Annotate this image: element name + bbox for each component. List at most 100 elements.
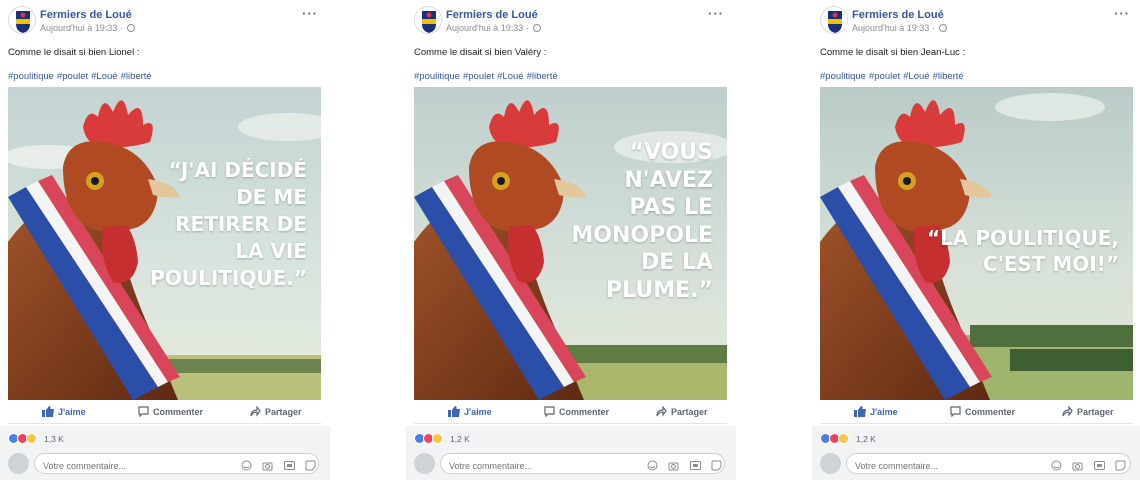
- reaction-count: 1,2 K: [856, 434, 876, 444]
- gif-icon[interactable]: [1093, 458, 1105, 476]
- user-avatar: [8, 453, 29, 474]
- quote-line: “LA POULITIQUE,: [926, 226, 1119, 250]
- loue-logo-icon: [422, 11, 436, 33]
- thumbs-up-icon: [448, 406, 460, 417]
- emoji-icon[interactable]: [1051, 458, 1062, 476]
- quote-line: C'EST MOI!”: [982, 252, 1119, 276]
- comment-button[interactable]: Commenter: [950, 406, 1015, 417]
- hashtag-link[interactable]: #poulitique: [414, 71, 460, 82]
- like-button[interactable]: J'aime: [448, 406, 492, 417]
- post-actions: J'aime Commenter Partager: [414, 402, 727, 424]
- quote-line: MONOPOLE: [571, 222, 713, 248]
- post-image[interactable]: “LA POULITIQUE, C'EST MOI!”: [820, 87, 1133, 400]
- share-icon: [656, 406, 667, 417]
- hashtags: #poulitique #poulet #Loué #liberté: [414, 71, 561, 82]
- user-avatar: [414, 453, 435, 474]
- timestamp-text: Aujourd'hui à 19:33 ·: [40, 23, 123, 33]
- camera-icon[interactable]: [262, 458, 273, 476]
- quote-line: “VOUS: [629, 140, 713, 165]
- hashtags: #poulitique #poulet #Loué #liberté: [8, 71, 155, 82]
- page-avatar[interactable]: [820, 6, 848, 34]
- quote-line: PAS LE: [629, 195, 713, 220]
- camera-icon[interactable]: [668, 458, 679, 476]
- comment-button[interactable]: Commenter: [544, 406, 609, 417]
- emoji-icon[interactable]: [647, 458, 658, 476]
- share-label: Partager: [265, 407, 302, 417]
- gif-icon[interactable]: [283, 458, 295, 476]
- share-icon: [250, 406, 261, 417]
- facebook-post: Fermiers de Loué Aujourd'hui à 19:33 · ·…: [406, 0, 736, 480]
- comment-tools: [641, 458, 722, 471]
- comment-icon: [950, 406, 961, 417]
- globe-icon: [533, 24, 542, 32]
- comment-label: Commenter: [559, 407, 610, 417]
- post-footer: 1,2 K: [406, 426, 736, 480]
- page-avatar[interactable]: [8, 6, 36, 34]
- page-name[interactable]: Fermiers de Loué: [446, 9, 538, 21]
- like-button[interactable]: J'aime: [42, 406, 86, 417]
- hashtag-link[interactable]: #poulet: [57, 71, 88, 82]
- more-options-button[interactable]: ···: [708, 6, 724, 21]
- post-timestamp[interactable]: Aujourd'hui à 19:33 ·: [446, 23, 542, 33]
- sticker-icon[interactable]: [305, 458, 316, 476]
- hashtag-link[interactable]: #poulet: [463, 71, 494, 82]
- more-options-button[interactable]: ···: [1114, 6, 1130, 21]
- like-label: J'aime: [870, 407, 898, 417]
- quote-line: N'AVEZ: [624, 167, 713, 193]
- hashtag-link[interactable]: #Loué: [903, 71, 929, 82]
- comment-icon: [544, 406, 555, 417]
- emoji-icon[interactable]: [241, 458, 252, 476]
- hashtag-link[interactable]: #Loué: [91, 71, 117, 82]
- quote-line: RETIRER DE: [175, 212, 307, 236]
- sticker-icon[interactable]: [1115, 458, 1126, 476]
- user-avatar: [820, 453, 841, 474]
- loue-logo-icon: [828, 11, 842, 33]
- hashtag-link[interactable]: #poulitique: [820, 71, 866, 82]
- post-image[interactable]: “VOUS N'AVEZ PAS LE MONOPOLE DE LA PLUME…: [414, 87, 727, 400]
- share-button[interactable]: Partager: [656, 406, 708, 417]
- reaction-count: 1,2 K: [450, 434, 470, 444]
- quote-line: POULITIQUE.”: [150, 266, 307, 290]
- gif-icon[interactable]: [689, 458, 701, 476]
- thumbs-up-icon: [854, 406, 866, 417]
- post-timestamp[interactable]: Aujourd'hui à 19:33 ·: [40, 23, 136, 33]
- camera-icon[interactable]: [1072, 458, 1083, 476]
- loue-logo-icon: [16, 11, 30, 33]
- hashtag-link[interactable]: #poulet: [869, 71, 900, 82]
- post-text: Comme le disait si bien Jean-Luc :: [820, 47, 966, 58]
- quote-line: LA VIE: [235, 239, 307, 263]
- quote-line: DE LA: [641, 250, 713, 275]
- globe-icon: [127, 24, 136, 32]
- share-icon: [1062, 406, 1073, 417]
- like-button[interactable]: J'aime: [854, 406, 898, 417]
- quote-line: DE ME: [236, 185, 307, 209]
- wow-reaction-icon: [838, 433, 849, 444]
- facebook-post: Fermiers de Loué Aujourd'hui à 19:33 · ·…: [812, 0, 1140, 480]
- comment-button[interactable]: Commenter: [138, 406, 203, 417]
- comment-label: Commenter: [965, 407, 1016, 417]
- hashtag-link[interactable]: #poulitique: [8, 71, 54, 82]
- hashtag-link[interactable]: #Loué: [497, 71, 523, 82]
- comment-label: Commenter: [153, 407, 204, 417]
- globe-icon: [939, 24, 948, 32]
- page-name[interactable]: Fermiers de Loué: [852, 9, 944, 21]
- comment-tools: [235, 458, 316, 471]
- more-options-button[interactable]: ···: [302, 6, 318, 21]
- share-button[interactable]: Partager: [250, 406, 302, 417]
- post-actions: J'aime Commenter Partager: [8, 402, 321, 424]
- hashtag-link[interactable]: #liberté: [121, 71, 152, 82]
- like-label: J'aime: [58, 407, 86, 417]
- share-button[interactable]: Partager: [1062, 406, 1114, 417]
- page-avatar[interactable]: [414, 6, 442, 34]
- hashtag-link[interactable]: #liberté: [933, 71, 964, 82]
- sticker-icon[interactable]: [711, 458, 722, 476]
- post-image[interactable]: “J'AI DÉCIDÉ DE ME RETIRER DE LA VIE POU…: [8, 87, 321, 400]
- page-name[interactable]: Fermiers de Loué: [40, 9, 132, 21]
- thumbs-up-icon: [42, 406, 54, 417]
- facebook-post: Fermiers de Loué Aujourd'hui à 19:33 · ·…: [0, 0, 330, 480]
- comment-tools: [1045, 458, 1126, 471]
- quote-text: “LA POULITIQUE, C'EST MOI!”: [927, 225, 1119, 277]
- post-text: Comme le disait si bien Valéry :: [414, 47, 547, 58]
- post-timestamp[interactable]: Aujourd'hui à 19:33 ·: [852, 23, 948, 33]
- hashtag-link[interactable]: #liberté: [527, 71, 558, 82]
